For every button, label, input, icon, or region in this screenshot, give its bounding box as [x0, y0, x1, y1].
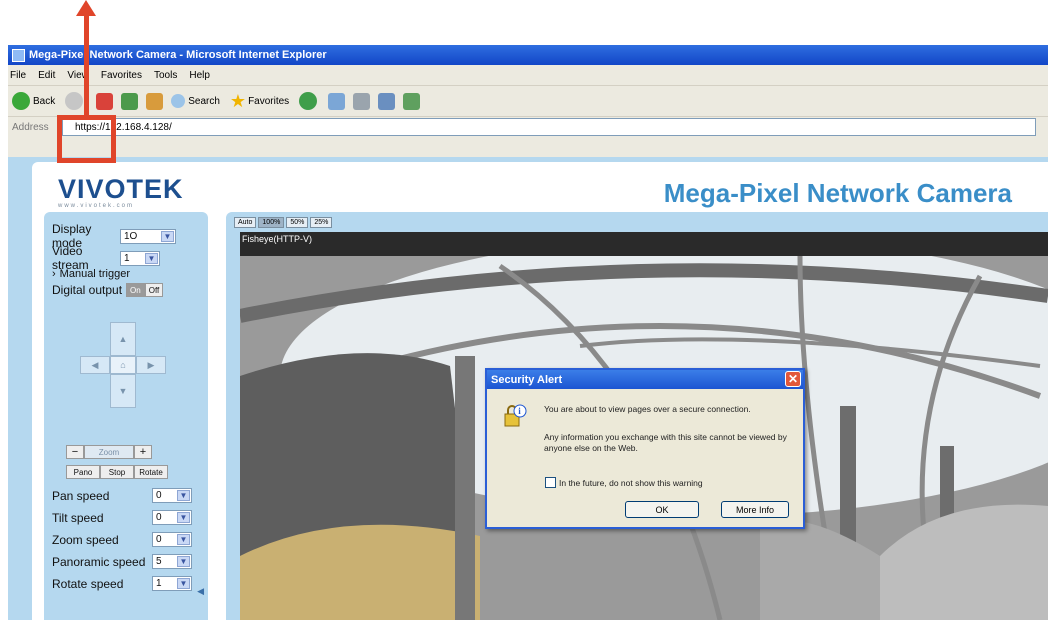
back-arrow-icon [12, 92, 30, 110]
zoom-in-button[interactable]: + [134, 445, 152, 459]
address-bar: Address https://192.168.4.128/ [8, 117, 1048, 137]
dialog-message-1: You are about to view pages over a secur… [544, 404, 751, 414]
speed-row: Rotate speed 1 ▼ [52, 576, 192, 591]
zoom-speed-select[interactable]: 0 ▼ [152, 532, 192, 547]
stop-icon[interactable] [96, 92, 114, 110]
search-icon [171, 94, 186, 108]
forward-arrow-icon[interactable] [65, 92, 84, 110]
chevron-down-icon: ▼ [177, 534, 190, 545]
pano-button[interactable]: Pano [66, 465, 100, 479]
edit-icon[interactable] [378, 92, 396, 110]
manual-trigger-link[interactable]: › Manual trigger [52, 268, 130, 280]
zoom-label: Zoom [84, 445, 134, 459]
dont-show-checkbox[interactable]: In the future, do not show this warning [545, 477, 703, 488]
chevron-down-icon: ▼ [145, 252, 158, 264]
rotate-button[interactable]: Rotate [134, 465, 168, 479]
size-buttons: Auto 100% 50% 25% [234, 217, 334, 228]
digital-on-button[interactable]: On [126, 283, 145, 297]
chevron-down-icon: ▼ [177, 490, 190, 501]
vivotek-logo: VIVOTEK www.vivotek.com [58, 174, 184, 209]
lock-info-icon: i [504, 404, 527, 427]
zoom-out-button[interactable]: − [66, 445, 84, 459]
size-auto-button[interactable]: Auto [234, 217, 257, 228]
stream-label: Fisheye(HTTP-V) [242, 234, 313, 244]
dialog-message-2: Any information you exchange with this s… [544, 432, 787, 453]
zoom-row: − Zoom + [66, 445, 152, 459]
toolbar: Back Search ★ Favorites [8, 86, 1048, 117]
dialog-title-bar: Security Alert ✕ [487, 370, 803, 389]
pan-speed-select[interactable]: 0 ▼ [152, 488, 192, 503]
speed-row: Panoramic speed 5 ▼ [52, 554, 192, 569]
close-icon[interactable]: ✕ [785, 371, 801, 387]
pan-left-button[interactable]: ◀ [80, 356, 110, 374]
menu-file[interactable]: File [10, 70, 26, 81]
speed-row: Pan speed 0 ▼ [52, 488, 192, 503]
page-title: Mega-Pixel Network Camera [663, 178, 1012, 208]
menu-favorites[interactable]: Favorites [101, 70, 142, 81]
home-icon[interactable] [146, 92, 164, 110]
menu-tools[interactable]: Tools [154, 70, 177, 81]
menu-bar: File Edit View Favorites Tools Help [8, 65, 1048, 86]
size-100-button[interactable]: 100% [258, 217, 285, 228]
size-25-button[interactable]: 25% [310, 217, 333, 228]
address-input[interactable]: https://192.168.4.128/ [62, 118, 1036, 136]
speed-row: Zoom speed 0 ▼ [52, 532, 192, 547]
title-bar: Mega-Pixel Network Camera - Microsoft In… [8, 45, 1048, 65]
chevron-down-icon: ▼ [177, 556, 190, 567]
tilt-speed-select[interactable]: 0 ▼ [152, 510, 192, 525]
favorites-button[interactable]: ★ Favorites [230, 91, 289, 112]
pan-right-button[interactable]: ▶ [136, 356, 166, 374]
digital-output-row: Digital output On Off [52, 283, 164, 297]
speed-row: Tilt speed 0 ▼ [52, 510, 192, 525]
menu-help[interactable]: Help [189, 70, 210, 81]
ptz-pad: ▲ ◀ ⌂ ▶ ▼ [80, 322, 170, 412]
tilt-down-button[interactable]: ▼ [110, 374, 136, 408]
print-icon[interactable] [353, 92, 371, 110]
mail-icon[interactable] [328, 92, 346, 110]
media-icon[interactable] [299, 92, 318, 110]
action-row: Pano Stop Rotate [66, 465, 168, 479]
security-alert-dialog: Security Alert ✕ i You are about to view… [485, 368, 805, 529]
menu-edit[interactable]: Edit [38, 70, 55, 81]
refresh-icon[interactable] [121, 92, 139, 110]
annotation-arrow [84, 12, 89, 120]
panoramic-speed-select[interactable]: 5 ▼ [152, 554, 192, 569]
size-50-button[interactable]: 50% [286, 217, 309, 228]
ok-button[interactable]: OK [625, 501, 699, 518]
video-stream-select[interactable]: 1 ▼ [120, 250, 160, 266]
control-panel: Display mode 1O ▼ Video stream 1 ▼ › Man… [44, 212, 208, 620]
chevron-down-icon: ▼ [177, 512, 190, 523]
tilt-up-button[interactable]: ▲ [110, 322, 136, 356]
digital-off-button[interactable]: Off [144, 283, 164, 297]
back-button[interactable]: Back [12, 92, 55, 110]
chevron-down-icon: ▼ [177, 578, 190, 589]
address-highlight-box [57, 115, 116, 163]
star-icon: ★ [229, 90, 247, 111]
window-title: Mega-Pixel Network Camera - Microsoft In… [29, 49, 327, 61]
checkbox-box[interactable] [545, 477, 556, 488]
home-position-button[interactable]: ⌂ [110, 356, 136, 374]
display-mode-select[interactable]: 1O ▼ [120, 228, 176, 244]
expand-icon: › [52, 268, 56, 280]
collapse-arrow-icon[interactable]: ◀ [197, 586, 204, 597]
chevron-down-icon: ▼ [161, 230, 174, 242]
rotate-speed-select[interactable]: 1 ▼ [152, 576, 192, 591]
stop-button[interactable]: Stop [100, 465, 134, 479]
search-button[interactable]: Search [171, 94, 220, 108]
ie-icon [12, 48, 25, 62]
more-info-button[interactable]: More Info [721, 501, 789, 518]
messenger-icon[interactable] [403, 92, 421, 110]
address-label: Address [12, 121, 49, 133]
